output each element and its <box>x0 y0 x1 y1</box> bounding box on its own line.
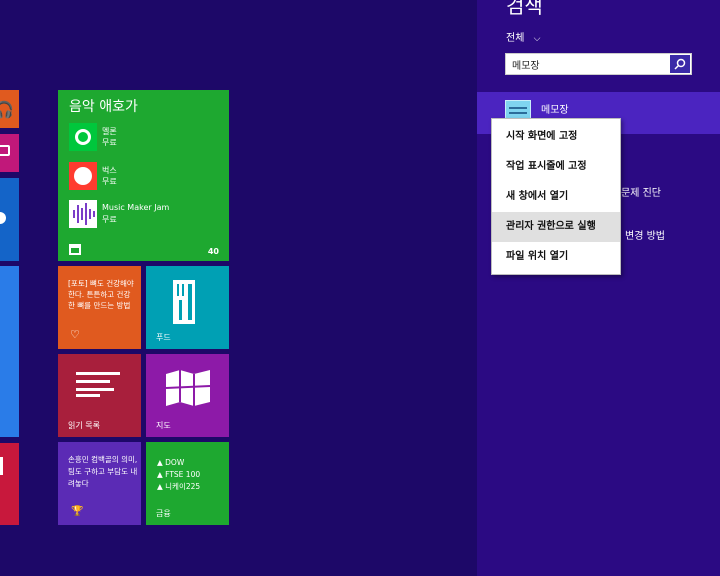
waveform-icon <box>69 200 97 228</box>
bugs-icon <box>69 162 97 190</box>
finance-item: ▲ FTSE 100 <box>157 470 201 479</box>
reading-list-label: 읽기 목록 <box>68 421 100 430</box>
partial-tile-music[interactable]: 🎧 <box>0 90 19 128</box>
menu-item-open-new-window[interactable]: 새 창에서 열기 <box>492 182 620 212</box>
search-charm-panel: 검색 전체 ⌵ 메모장 문제 진단 변경 방법 <box>477 0 720 576</box>
melon-name: 멜론 <box>102 127 117 136</box>
finance-tile-label: 금융 <box>156 509 171 518</box>
reading-list-tile[interactable]: 읽기 목록 <box>58 354 141 437</box>
music-lover-tile[interactable]: 음악 애호가 멜론 무료 벅스 무료 Music Maker Jam 무료 40 <box>58 90 229 261</box>
melon-icon <box>69 123 97 151</box>
reading-list-icon <box>76 372 120 397</box>
search-scope-label: 전체 <box>506 33 525 44</box>
music-maker-jam-price: 무료 <box>102 215 117 224</box>
headphones-icon: 🎧 <box>0 100 14 119</box>
music-tile-title: 음악 애호가 <box>69 99 138 115</box>
melon-app[interactable]: 멜론 무료 <box>69 123 219 151</box>
trophy-icon: 🏆 <box>71 506 84 517</box>
partial-tile-blue-1[interactable] <box>0 178 19 261</box>
music-tile-count: 40 <box>207 247 219 256</box>
melon-price: 무료 <box>102 138 117 147</box>
search-suggestion-1[interactable]: 문제 진단 <box>621 184 661 199</box>
sports-tile[interactable]: 손흥민 컴백골의 의미, 팀도 구하고 부담도 내려놓다 🏆 <box>58 442 141 525</box>
music-maker-jam-app[interactable]: Music Maker Jam 무료 <box>69 200 219 228</box>
bugs-name: 벅스 <box>102 166 117 175</box>
fork-knife-icon <box>173 280 195 324</box>
start-screen: 🎧 음악 애호가 멜론 무료 벅스 무료 Music Maker Jam 무료 … <box>0 0 477 576</box>
food-tile-label: 푸드 <box>156 333 171 342</box>
search-suggestion-2[interactable]: 변경 방법 <box>625 227 665 242</box>
maps-tile[interactable]: 지도 <box>146 354 229 437</box>
context-menu: 시작 화면에 고정 작업 표시줄에 고정 새 창에서 열기 관리자 권한으로 실… <box>491 118 621 275</box>
bugs-price: 무료 <box>102 177 117 186</box>
up-arrow-icon: ▲ <box>157 458 166 467</box>
maps-tile-label: 지도 <box>156 421 171 430</box>
search-scope-dropdown[interactable]: 전체 ⌵ <box>506 29 540 44</box>
chevron-down-icon: ⌵ <box>533 34 541 44</box>
partial-tile-red[interactable] <box>0 443 19 525</box>
finance-tile[interactable]: ▲ DOW ▲ FTSE 100 ▲ 니케이225 금융 <box>146 442 229 525</box>
search-box <box>505 53 692 75</box>
app-icon <box>0 212 6 224</box>
sports-tile-text: 손흥민 컴백골의 의미, 팀도 구하고 부담도 내려놓다 <box>68 455 138 488</box>
music-maker-jam-name: Music Maker Jam <box>102 203 170 212</box>
menu-item-run-as-admin[interactable]: 관리자 권한으로 실행 <box>492 212 620 242</box>
menu-item-pin-to-start[interactable]: 시작 화면에 고정 <box>492 122 620 152</box>
search-title: 검색 <box>506 0 543 18</box>
menu-item-open-file-location[interactable]: 파일 위치 열기 <box>492 242 620 272</box>
menu-item-pin-to-taskbar[interactable]: 작업 표시줄에 고정 <box>492 152 620 182</box>
search-result-label: 메모장 <box>541 105 569 116</box>
search-icon <box>674 58 686 70</box>
camera-icon <box>0 145 10 156</box>
food-tile[interactable]: 푸드 <box>146 266 229 349</box>
bugs-app[interactable]: 벅스 무료 <box>69 162 219 190</box>
map-icon <box>166 370 210 406</box>
partial-tile-camera[interactable] <box>0 134 19 172</box>
search-input[interactable] <box>506 54 669 74</box>
search-button[interactable] <box>670 55 690 73</box>
finance-item: ▲ 니케이225 <box>157 482 201 491</box>
health-tile-text: [포토] 뼈도 건강해야한다. 튼튼하고 건강한 뼈를 만드는 방법 <box>68 279 134 310</box>
app-icon <box>0 457 3 475</box>
up-arrow-icon: ▲ <box>157 470 166 479</box>
partial-tile-blue-2[interactable] <box>0 266 19 437</box>
heart-pulse-icon: ♡ <box>70 328 80 341</box>
up-arrow-icon: ▲ <box>157 482 166 491</box>
finance-item: ▲ DOW <box>157 458 185 467</box>
store-icon <box>69 244 81 255</box>
health-tile[interactable]: [포토] 뼈도 건강해야한다. 튼튼하고 건강한 뼈를 만드는 방법 ♡ <box>58 266 141 349</box>
finance-list: ▲ DOW ▲ FTSE 100 ▲ 니케이225 <box>157 457 200 493</box>
